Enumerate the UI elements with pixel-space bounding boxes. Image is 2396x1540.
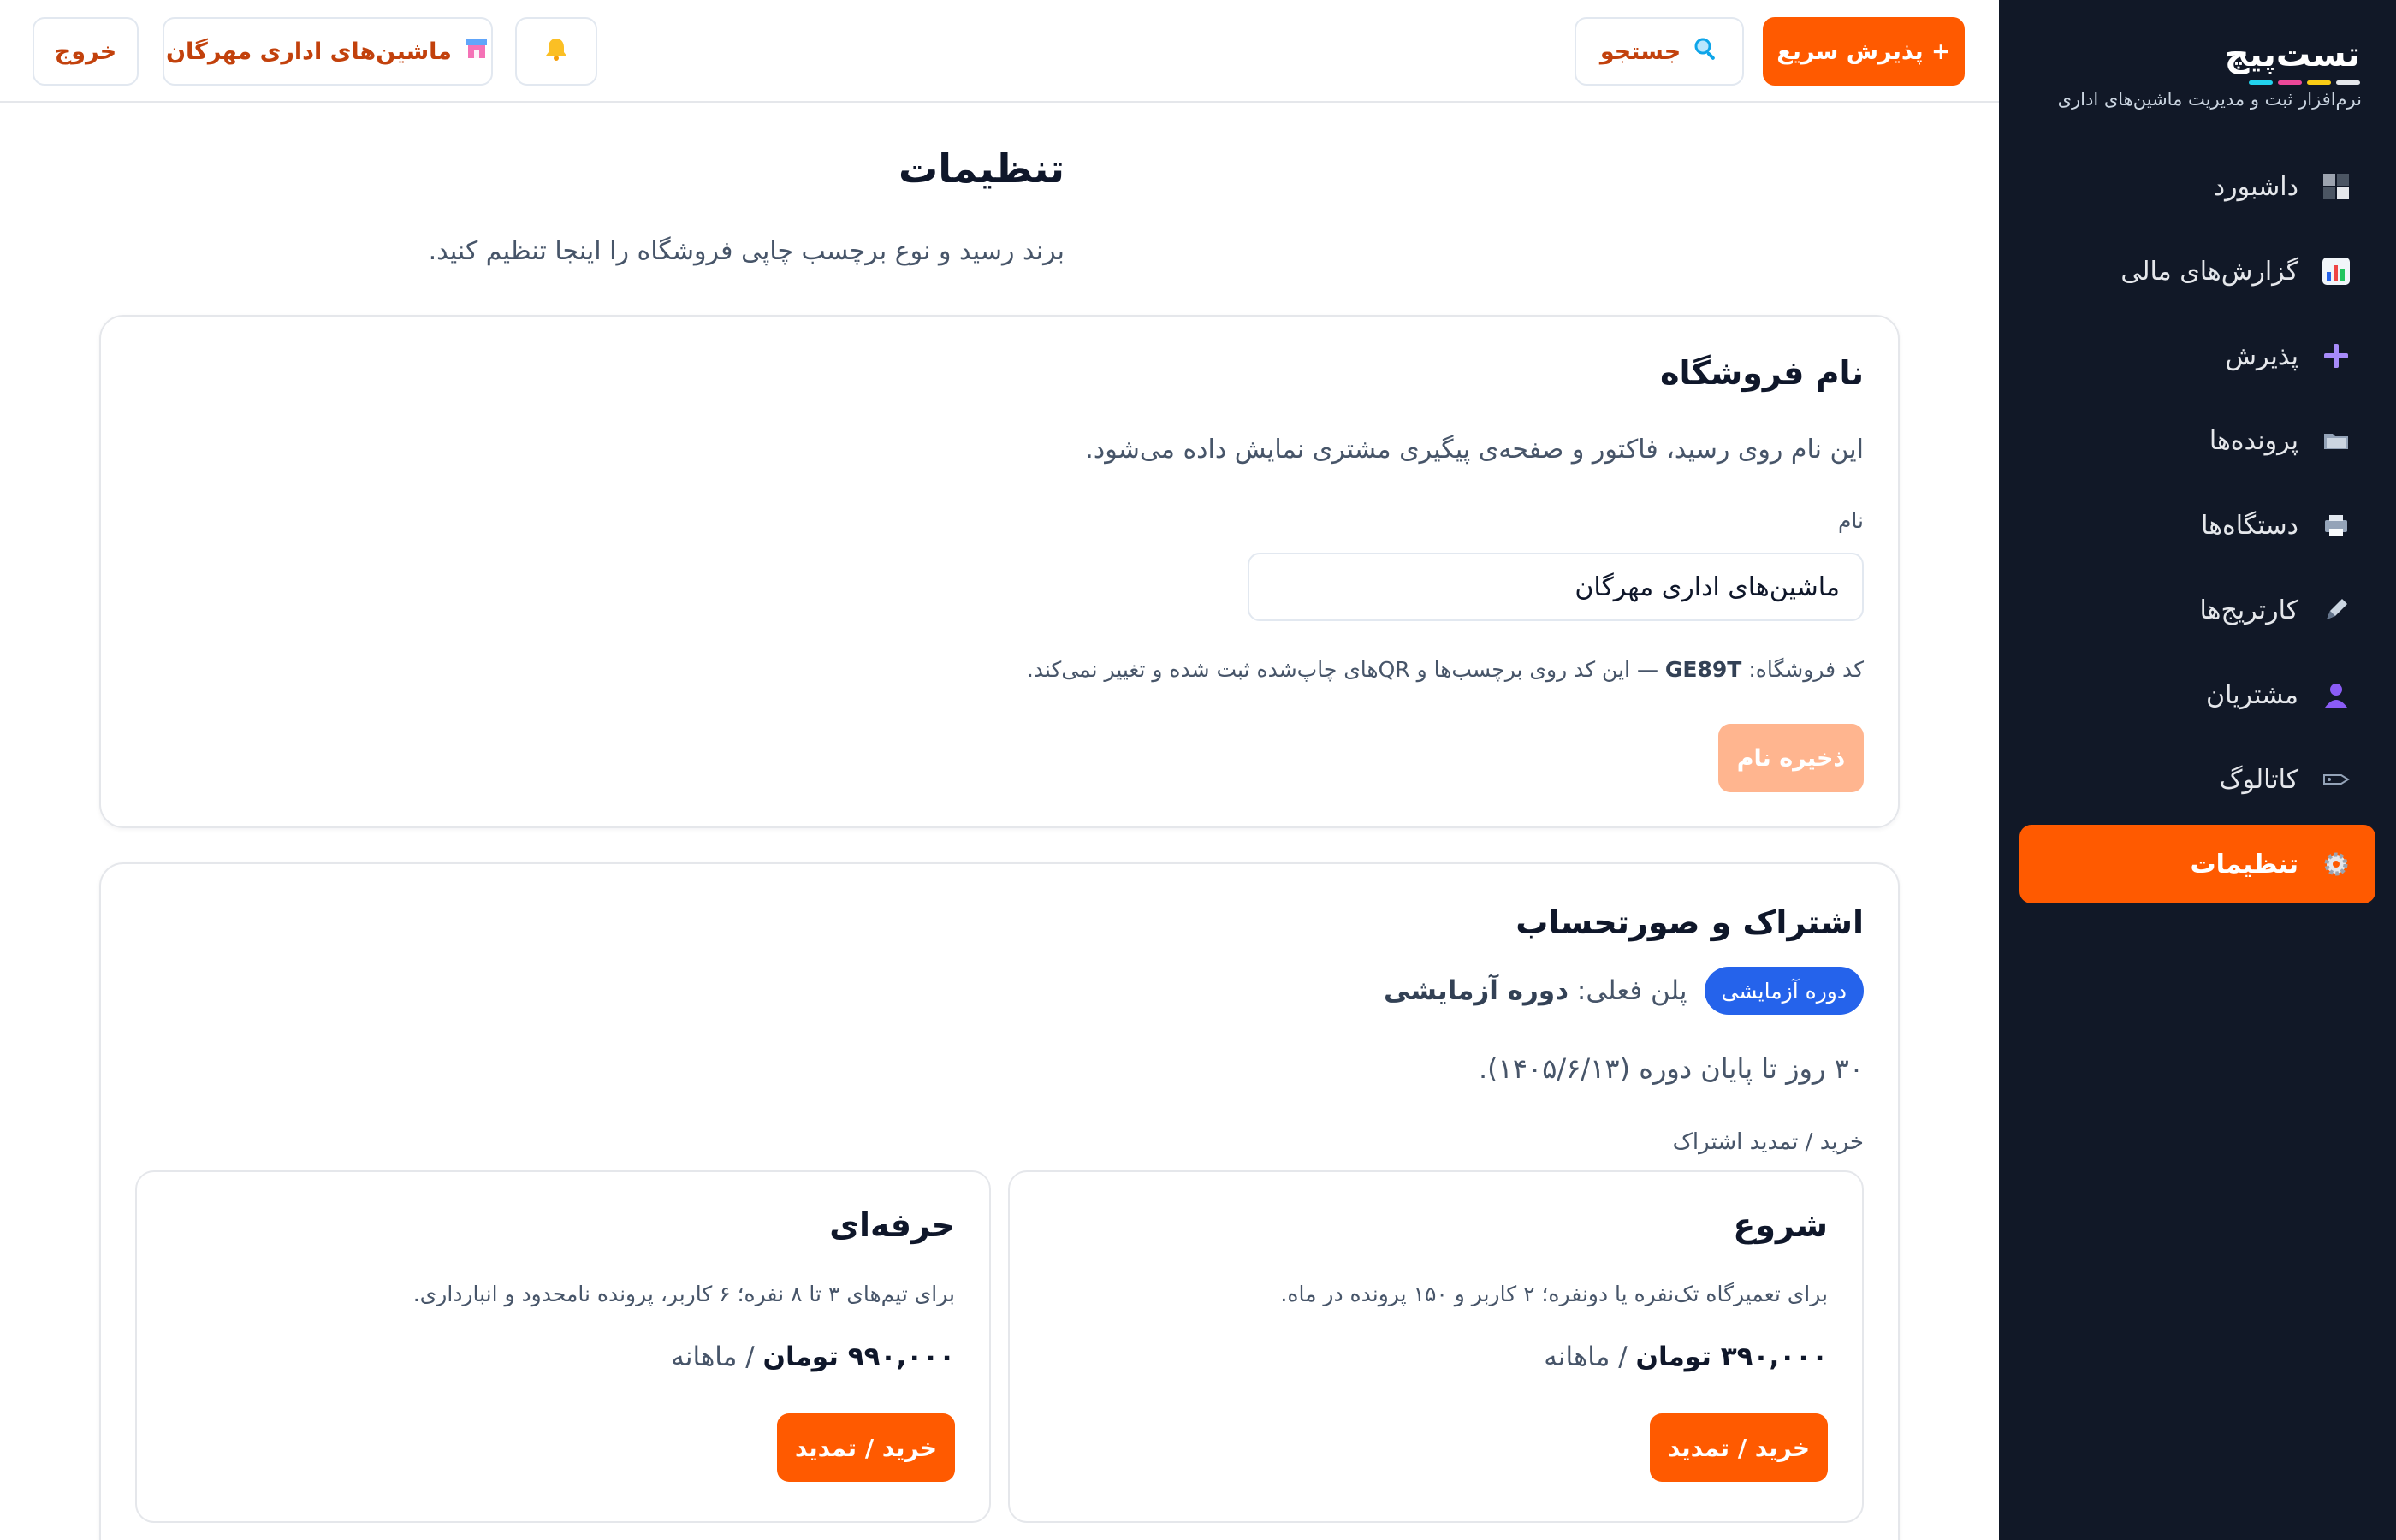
sidebar: تست‌پیچ نرم‌افزار ثبت و مدیریت ماشین‌های… bbox=[1999, 0, 2396, 1540]
store-name-label: ماشین‌های اداری مهرگان bbox=[166, 38, 453, 65]
current-plan-text: پلن فعلی: دوره آزمایشی bbox=[1384, 975, 1687, 1006]
bell-icon bbox=[543, 36, 569, 68]
store-code-description: — این کد روی برچسب‌ها و QRهای چاپ‌شده ثب… bbox=[1026, 657, 1658, 682]
plan-status-badge: دوره آزمایشی bbox=[1704, 967, 1864, 1015]
plan-card-professional: حرفه‌ای برای تیم‌های ۳ تا ۸ نفره؛ ۶ کارب… bbox=[135, 1170, 991, 1523]
brand-name: تست‌پیچ bbox=[2224, 35, 2360, 74]
store-card-title: نام فروشگاه bbox=[1660, 354, 1864, 392]
bar-chart-icon bbox=[2321, 256, 2352, 287]
page-title: تنظیمات bbox=[898, 145, 1065, 192]
plan-description: برای تیم‌های ۳ تا ۸ نفره؛ ۶ کاربر، پروند… bbox=[412, 1282, 955, 1306]
sidebar-item-cartridges[interactable]: کارتریج‌ها bbox=[2019, 571, 2375, 649]
subscription-card: اشتراک و صورتحساب دوره آزمایشی پلن فعلی:… bbox=[99, 862, 1900, 1540]
plan-price: ۳۹۰,۰۰۰ تومان / ماهانه bbox=[1544, 1342, 1828, 1372]
sidebar-item-settings[interactable]: تنظیمات bbox=[2019, 825, 2375, 903]
current-plan-value: دوره آزمایشی bbox=[1384, 975, 1569, 1006]
search-label: جستجو bbox=[1599, 38, 1681, 65]
sidebar-item-label: پذیرش bbox=[2225, 341, 2298, 371]
plan-price-amount: ۳۹۰,۰۰۰ تومان bbox=[1635, 1342, 1828, 1372]
buy-section-label: خرید / تمدید اشتراک bbox=[1672, 1129, 1864, 1155]
dashboard-icon bbox=[2321, 171, 2352, 202]
store-code-value: GE89T bbox=[1664, 657, 1742, 682]
sidebar-item-customers[interactable]: مشتریان bbox=[2019, 655, 2375, 734]
sidebar-item-label: کاتالوگ bbox=[2219, 764, 2298, 795]
sidebar-item-dashboard[interactable]: داشبورد bbox=[2019, 147, 2375, 226]
plan-name: شروع bbox=[1733, 1206, 1828, 1244]
store-card-description: این نام روی رسید، فاکتور و صفحه‌ی پیگیری… bbox=[1085, 435, 1864, 465]
sidebar-item-files[interactable]: پرونده‌ها bbox=[2019, 401, 2375, 480]
sidebar-item-label: داشبورد bbox=[2213, 171, 2298, 202]
user-icon bbox=[2321, 679, 2352, 710]
sidebar-item-label: گزارش‌های مالی bbox=[2120, 256, 2298, 287]
save-name-button[interactable]: ذخیره نام bbox=[1718, 724, 1864, 792]
brand-tagline: نرم‌افزار ثبت و مدیریت ماشین‌های اداری bbox=[2057, 89, 2362, 110]
store-icon bbox=[464, 36, 489, 68]
plan-description: برای تعمیرگاه تک‌نفره یا دونفره؛ ۲ کاربر… bbox=[1280, 1282, 1828, 1306]
store-code-note: کد فروشگاه: GE89T — این کد روی برچسب‌ها … bbox=[1027, 657, 1864, 682]
quick-intake-label: + پذیرش سریع bbox=[1776, 38, 1951, 65]
sidebar-item-label: کارتریج‌ها bbox=[2199, 595, 2299, 625]
quick-intake-button[interactable]: + پذیرش سریع bbox=[1763, 17, 1965, 86]
store-code-label: کد فروشگاه: bbox=[1748, 657, 1864, 682]
notifications-button[interactable] bbox=[515, 17, 597, 86]
sidebar-item-intake[interactable]: پذیرش bbox=[2019, 317, 2375, 395]
pen-icon bbox=[2321, 595, 2352, 625]
sidebar-nav: داشبورد گزارش‌های مالی پذیرش پرونده‌ها د… bbox=[2019, 147, 2375, 909]
sidebar-item-financial-reports[interactable]: گزارش‌های مالی bbox=[2019, 232, 2375, 311]
search-button[interactable]: جستجو bbox=[1575, 17, 1744, 86]
sidebar-item-label: تنظیمات bbox=[2190, 849, 2298, 880]
plan-price-period: / ماهانه bbox=[671, 1342, 755, 1372]
brand-bar bbox=[2336, 80, 2360, 85]
plan-name: حرفه‌ای bbox=[829, 1206, 955, 1244]
page-subtitle: برند رسید و نوع برچسب چاپی فروشگاه را ای… bbox=[428, 236, 1065, 266]
folders-icon bbox=[2321, 425, 2352, 456]
buy-renew-button[interactable]: خرید / تمدید bbox=[1650, 1413, 1828, 1482]
gear-icon bbox=[2321, 849, 2352, 880]
top-bar: + پذیرش سریع جستجو ماشین‌های اداری مهرگا… bbox=[0, 0, 1999, 103]
sidebar-item-label: پرونده‌ها bbox=[2209, 425, 2298, 456]
brand-bar bbox=[2278, 80, 2302, 85]
buy-renew-button[interactable]: خرید / تمدید bbox=[777, 1413, 955, 1482]
logout-button[interactable]: خروج bbox=[33, 17, 139, 86]
plus-icon bbox=[2321, 341, 2352, 371]
brand-color-bars bbox=[2225, 80, 2360, 85]
plan-card-starter: شروع برای تعمیرگاه تک‌نفره یا دونفره؛ ۲ … bbox=[1008, 1170, 1864, 1523]
sidebar-item-label: مشتریان bbox=[2206, 679, 2298, 710]
subscription-card-title: اشتراک و صورتحساب bbox=[1515, 903, 1864, 941]
search-icon bbox=[1693, 36, 1718, 68]
plan-price-amount: ۹۹۰,۰۰۰ تومان bbox=[762, 1342, 955, 1372]
days-remaining: ۳۰ روز تا پایان دوره (۱۴۰۵/۶/۱۳). bbox=[1479, 1052, 1864, 1085]
brand-bar bbox=[2249, 80, 2273, 85]
tag-icon bbox=[2321, 764, 2352, 795]
current-plan-label: پلن فعلی: bbox=[1576, 975, 1687, 1006]
plan-price-period: / ماهانه bbox=[1544, 1342, 1628, 1372]
store-switcher-button[interactable]: ماشین‌های اداری مهرگان bbox=[163, 17, 493, 86]
plan-price: ۹۹۰,۰۰۰ تومان / ماهانه bbox=[671, 1342, 955, 1372]
sidebar-item-label: دستگاه‌ها bbox=[2201, 510, 2298, 541]
sidebar-item-catalog[interactable]: کاتالوگ bbox=[2019, 740, 2375, 819]
sidebar-item-devices[interactable]: دستگاه‌ها bbox=[2019, 486, 2375, 565]
printer-icon bbox=[2321, 510, 2352, 541]
brand-bar bbox=[2307, 80, 2331, 85]
store-name-card: نام فروشگاه این نام روی رسید، فاکتور و ص… bbox=[99, 315, 1900, 828]
store-name-label: نام bbox=[1837, 508, 1864, 533]
brand-logo[interactable]: تست‌پیچ bbox=[2225, 31, 2360, 85]
logout-label: خروج bbox=[54, 38, 117, 65]
store-name-input[interactable] bbox=[1248, 553, 1864, 621]
current-plan-row: دوره آزمایشی پلن فعلی: دوره آزمایشی bbox=[1384, 967, 1864, 1015]
